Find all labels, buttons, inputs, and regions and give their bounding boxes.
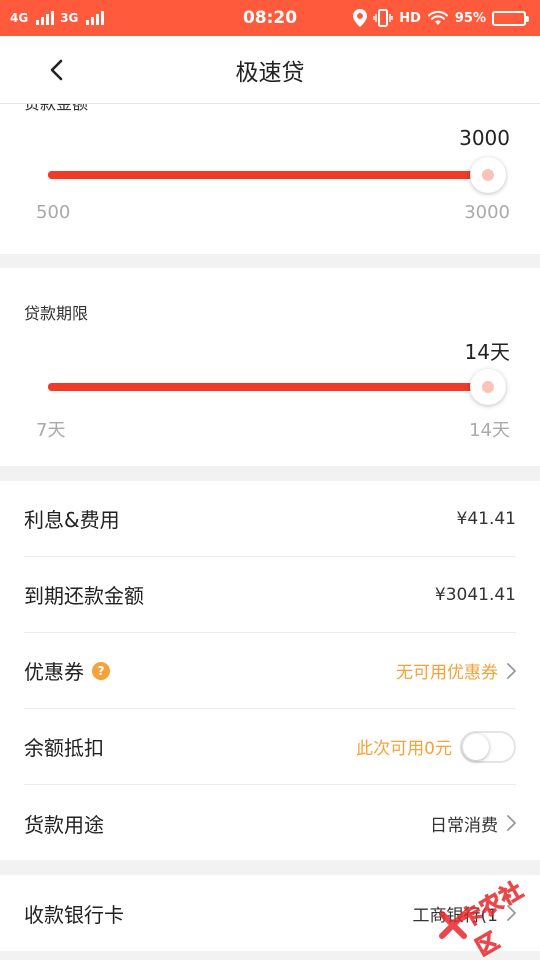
loan-term-min: 7天 xyxy=(36,420,66,441)
network-3g-label: 3G xyxy=(60,11,79,25)
loan-term-slider-thumb[interactable] xyxy=(470,369,506,405)
loan-amount-min: 500 xyxy=(36,202,71,223)
coupon-row[interactable]: 优惠券 ? 无可用优惠券 xyxy=(24,633,516,709)
nav-bar: 极速贷 xyxy=(0,36,540,104)
battery-percent: 95% xyxy=(454,10,486,26)
back-button[interactable] xyxy=(36,50,76,90)
signal-icon-2 xyxy=(86,11,105,25)
loan-amount-slider-fill xyxy=(48,171,488,179)
loan-term-value: 14天 xyxy=(464,340,510,364)
back-arrow-icon xyxy=(50,59,63,81)
bank-card-label: 收款银行卡 xyxy=(24,902,124,927)
loan-term-label: 贷款期限 xyxy=(24,304,89,323)
loan-amount-slider-thumb[interactable] xyxy=(470,157,506,193)
balance-deduction-row: 余额抵扣 此次可用0元 xyxy=(24,709,516,785)
hd-label: HD xyxy=(399,10,421,26)
interest-fee-label: 利息&费用 xyxy=(24,508,120,532)
loan-term-slider-fill xyxy=(48,383,488,391)
loan-purpose-label: 货款用途 xyxy=(24,812,104,837)
due-amount-value: ¥3041.41 xyxy=(434,584,516,605)
loan-amount-label: 贷款金额 xyxy=(24,104,88,114)
toggle-knob xyxy=(463,733,489,760)
system-indicators: HD 95% xyxy=(353,9,529,27)
loan-term-section: 贷款期限 14天 7天 14天 xyxy=(0,268,540,466)
loan-amount-max: 3000 xyxy=(464,202,510,223)
loan-details-list: 利息&费用 ¥41.41 到期还款金额 ¥3041.41 优惠券 ? 无可用优惠… xyxy=(0,481,540,860)
wifi-icon xyxy=(427,10,448,25)
bank-card-section: 收款银行卡 工商银行(1 xyxy=(0,875,540,951)
network-4g-label: 4G xyxy=(10,11,29,25)
vibrate-icon xyxy=(373,9,393,27)
page-title: 极速贷 xyxy=(235,59,305,86)
due-amount-label: 到期还款金额 xyxy=(24,584,144,608)
network-indicators: 4G 3G xyxy=(10,11,105,25)
balance-deduction-label: 余额抵扣 xyxy=(24,736,104,760)
coupon-label: 优惠券 xyxy=(24,660,84,684)
loan-term-slider[interactable] xyxy=(48,383,488,391)
bank-card-row[interactable]: 收款银行卡 工商银行(1 xyxy=(24,875,516,951)
loan-amount-section: 贷款金额 3000 500 3000 xyxy=(0,104,540,254)
help-icon[interactable]: ? xyxy=(92,661,110,680)
location-icon xyxy=(353,9,368,27)
interest-fee-value: ¥41.41 xyxy=(456,508,516,529)
loan-purpose-row[interactable]: 货款用途 日常消费 xyxy=(24,785,516,861)
loan-term-max: 14天 xyxy=(469,420,510,441)
status-bar: 4G 3G 08:20 HD 95% xyxy=(0,0,540,36)
signal-icon xyxy=(36,11,55,25)
loan-amount-value: 3000 xyxy=(459,126,510,150)
balance-deduction-toggle[interactable] xyxy=(460,730,516,763)
chevron-right-icon xyxy=(507,662,516,679)
battery-icon xyxy=(492,10,529,26)
balance-deduction-value: 此次可用0元 xyxy=(356,739,452,759)
loan-amount-slider[interactable] xyxy=(48,171,488,179)
bank-card-value: 工商银行(1 xyxy=(412,905,498,926)
due-amount-row: 到期还款金额 ¥3041.41 xyxy=(24,557,516,633)
chevron-right-icon xyxy=(507,815,516,831)
chevron-right-icon xyxy=(507,905,516,921)
loan-purpose-value: 日常消费 xyxy=(430,815,498,836)
interest-fee-row: 利息&费用 ¥41.41 xyxy=(24,481,516,557)
coupon-value: 无可用优惠券 xyxy=(396,663,498,683)
